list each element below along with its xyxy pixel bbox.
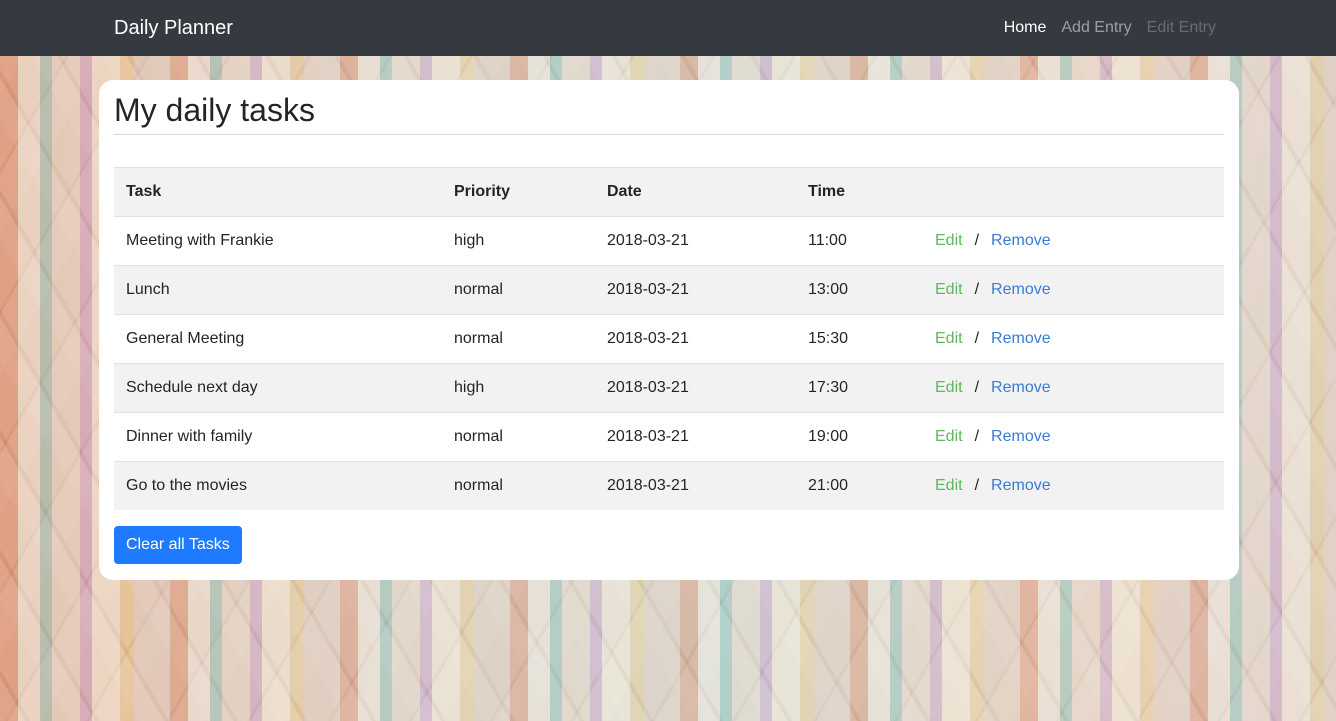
edit-link[interactable]: Edit — [935, 379, 963, 396]
time-cell: 15:30 — [796, 314, 923, 364]
task-cell: General Meeting — [114, 314, 442, 364]
date-cell: 2018-03-21 — [595, 314, 796, 364]
edit-link[interactable]: Edit — [935, 232, 963, 249]
actions-cell: Edit / Remove — [923, 314, 1224, 364]
time-cell: 19:00 — [796, 412, 923, 462]
table-row: General Meeting normal 2018-03-21 15:30 Edit… — [114, 314, 1224, 364]
action-separator: / — [974, 281, 980, 298]
clear-all-tasks-button[interactable]: Clear all Tasks — [114, 526, 242, 564]
task-cell: Schedule next day — [114, 363, 442, 413]
nav-home[interactable]: Home — [1004, 0, 1047, 56]
header-priority: Priority — [442, 167, 595, 217]
table-row: Schedule next day high 2018-03-21 17:30 Edit… — [114, 363, 1224, 413]
date-cell: 2018-03-21 — [595, 265, 796, 315]
tasks-card: My daily tasks Task Priority Date Time M… — [99, 80, 1239, 580]
nav-links: Home Add Entry Edit Entry — [989, 0, 1216, 56]
remove-link[interactable]: Remove — [991, 379, 1051, 396]
tasks-table: Task Priority Date Time Meeting with Fra… — [114, 167, 1224, 510]
action-separator: / — [974, 232, 980, 249]
table-header-row: Task Priority Date Time — [114, 167, 1224, 217]
actions-cell: Edit / Remove — [923, 265, 1224, 315]
table-row: Dinner with family normal 2018-03-21 19:00 E… — [114, 412, 1224, 462]
date-cell: 2018-03-21 — [595, 363, 796, 413]
date-cell: 2018-03-21 — [595, 216, 796, 266]
remove-link[interactable]: Remove — [991, 428, 1051, 445]
header-date: Date — [595, 167, 796, 217]
remove-link[interactable]: Remove — [991, 281, 1051, 298]
remove-link[interactable]: Remove — [991, 330, 1051, 347]
nav-add-entry[interactable]: Add Entry — [1061, 0, 1131, 56]
actions-cell: Edit / Remove — [923, 461, 1224, 510]
action-separator: / — [974, 477, 980, 494]
time-cell: 17:30 — [796, 363, 923, 413]
table-row: Meeting with Frankie high 2018-03-21 11:00 E… — [114, 216, 1224, 266]
brand-link[interactable]: Daily Planner — [114, 0, 233, 56]
table-row: Go to the movies normal 2018-03-21 21:00 Edi… — [114, 461, 1224, 510]
table-row: Lunch normal 2018-03-21 13:00 Edit / Remove — [114, 265, 1224, 315]
edit-link[interactable]: Edit — [935, 428, 963, 445]
priority-cell: normal — [442, 265, 595, 315]
action-separator: / — [974, 379, 980, 396]
actions-cell: Edit / Remove — [923, 412, 1224, 462]
page-title: My daily tasks — [114, 92, 315, 128]
nav-edit-entry: Edit Entry — [1146, 19, 1216, 36]
remove-link[interactable]: Remove — [991, 477, 1051, 494]
task-cell: Meeting with Frankie — [114, 216, 442, 266]
priority-cell: high — [442, 363, 595, 413]
edit-link[interactable]: Edit — [935, 330, 963, 347]
priority-cell: normal — [442, 314, 595, 364]
time-cell: 21:00 — [796, 461, 923, 510]
date-cell: 2018-03-21 — [595, 412, 796, 462]
date-cell: 2018-03-21 — [595, 461, 796, 510]
navbar: Daily Planner Home Add Entry Edit Entry — [0, 0, 1336, 56]
action-separator: / — [974, 428, 980, 445]
task-cell: Lunch — [114, 265, 442, 315]
actions-cell: Edit / Remove — [923, 216, 1224, 266]
time-cell: 13:00 — [796, 265, 923, 315]
edit-link[interactable]: Edit — [935, 477, 963, 494]
actions-cell: Edit / Remove — [923, 363, 1224, 413]
header-time: Time — [796, 167, 923, 217]
edit-link[interactable]: Edit — [935, 281, 963, 298]
header-actions — [923, 167, 1224, 217]
action-separator: / — [974, 330, 980, 347]
remove-link[interactable]: Remove — [991, 232, 1051, 249]
tasks-table-body: Meeting with Frankie high 2018-03-21 11:00 E… — [114, 216, 1224, 510]
priority-cell: high — [442, 216, 595, 266]
task-cell: Dinner with family — [114, 412, 442, 462]
priority-cell: normal — [442, 461, 595, 510]
priority-cell: normal — [442, 412, 595, 462]
header-task: Task — [114, 167, 442, 217]
task-cell: Go to the movies — [114, 461, 442, 510]
time-cell: 11:00 — [796, 216, 923, 266]
title-divider — [114, 134, 1224, 135]
